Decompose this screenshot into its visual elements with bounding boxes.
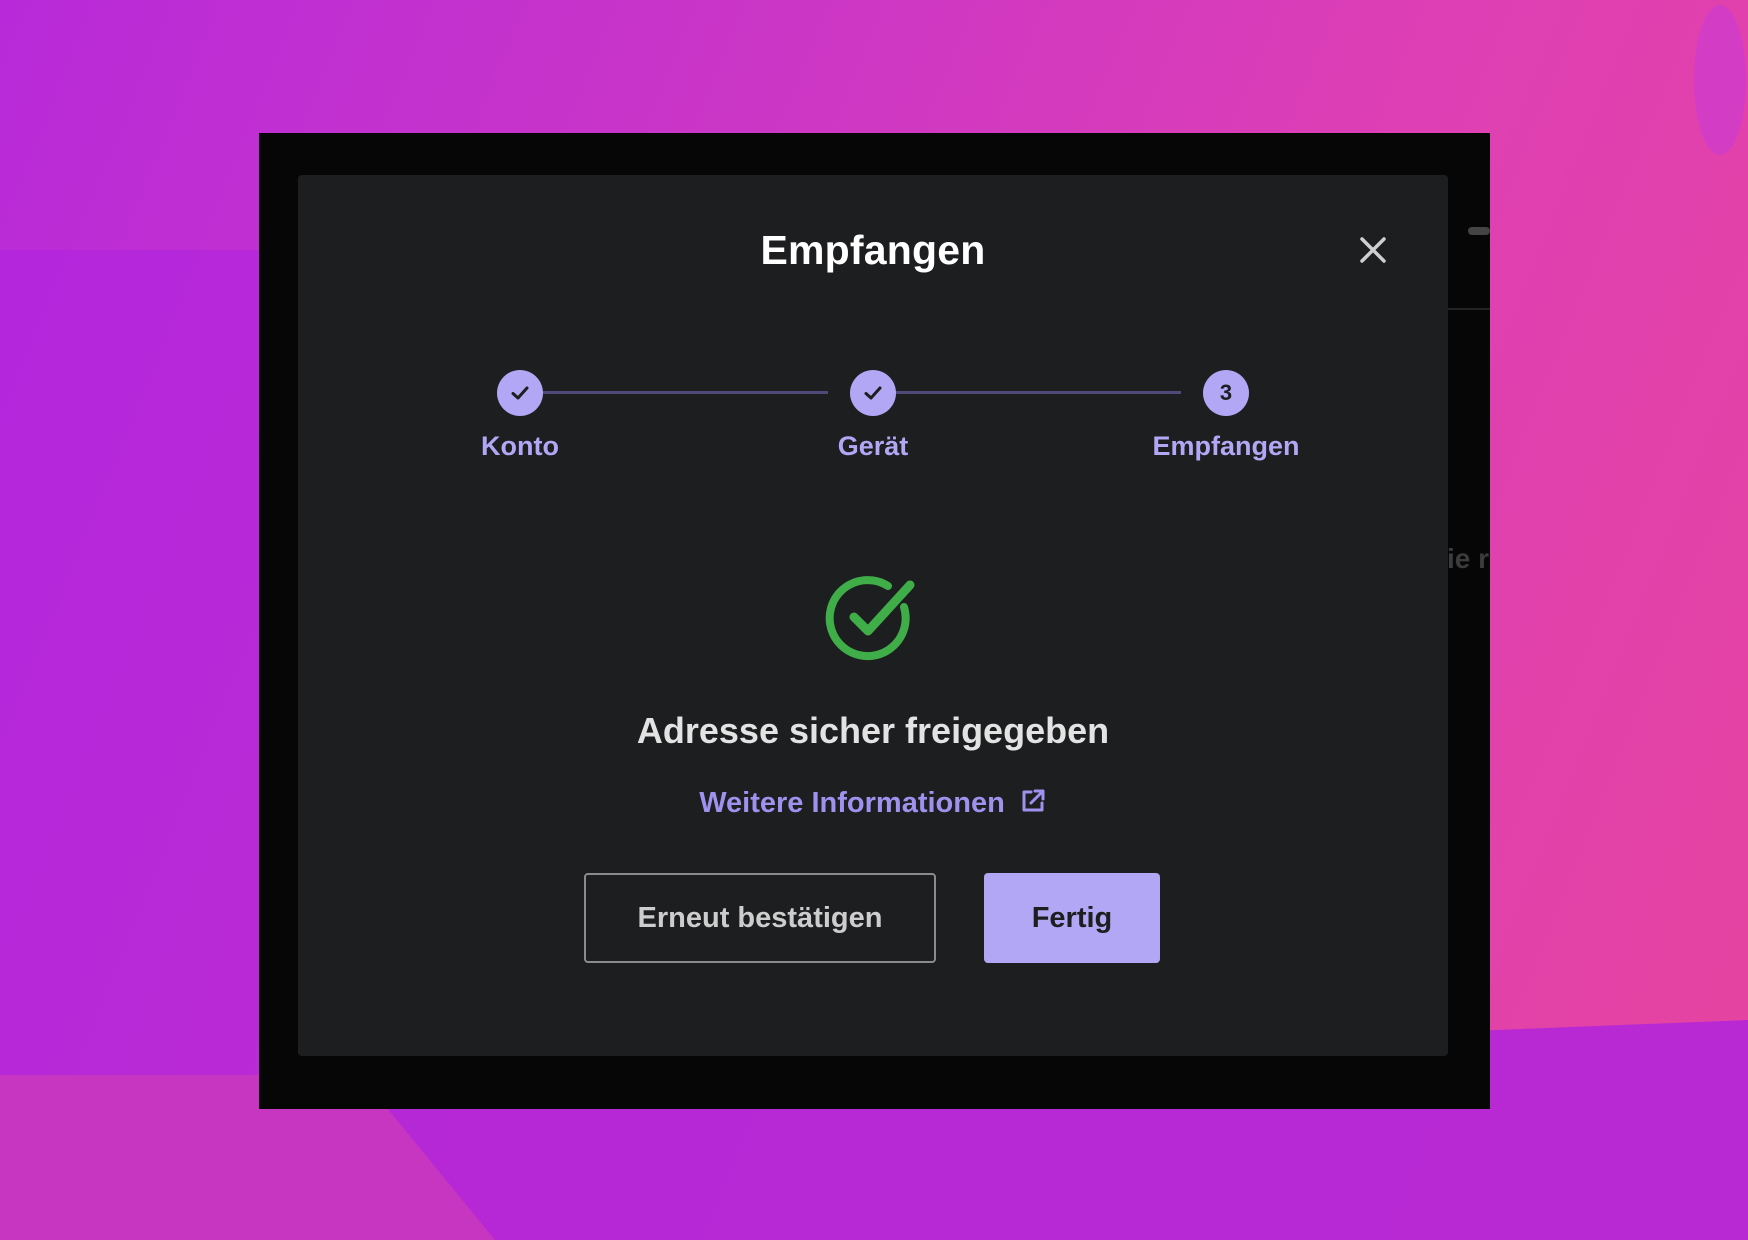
reconfirm-button[interactable]: Erneut bestätigen bbox=[584, 873, 936, 963]
more-info-link[interactable]: Weitere Informationen bbox=[298, 787, 1448, 820]
background-divider bbox=[1447, 308, 1490, 310]
background-toggle bbox=[1468, 227, 1490, 235]
step-number: 3 bbox=[1219, 380, 1233, 405]
step-2-label: Gerät bbox=[837, 431, 909, 461]
status-message: Adresse sicher freigegeben bbox=[636, 710, 1110, 751]
more-info-label: Weitere Informationen bbox=[699, 787, 1005, 819]
step-connector bbox=[873, 391, 1181, 394]
step-1-indicator bbox=[497, 370, 543, 416]
step-3-label: Empfangen bbox=[1152, 431, 1300, 461]
stepper: Konto Gerät 3 Empfangen bbox=[298, 175, 1448, 475]
receive-modal: Empfangen Konto Gerät 3 Empfangen Adress… bbox=[298, 175, 1448, 1056]
done-button[interactable]: Fertig bbox=[984, 873, 1160, 963]
step-connector bbox=[520, 391, 828, 394]
step-3-indicator: 3 bbox=[1203, 370, 1249, 416]
check-icon bbox=[511, 386, 529, 400]
check-icon bbox=[864, 386, 882, 400]
step-2-indicator bbox=[850, 370, 896, 416]
background-text: ie r bbox=[1447, 543, 1490, 574]
step-1-label: Konto bbox=[481, 431, 559, 461]
external-link-icon bbox=[1022, 789, 1045, 812]
check-circle-icon bbox=[825, 576, 915, 661]
